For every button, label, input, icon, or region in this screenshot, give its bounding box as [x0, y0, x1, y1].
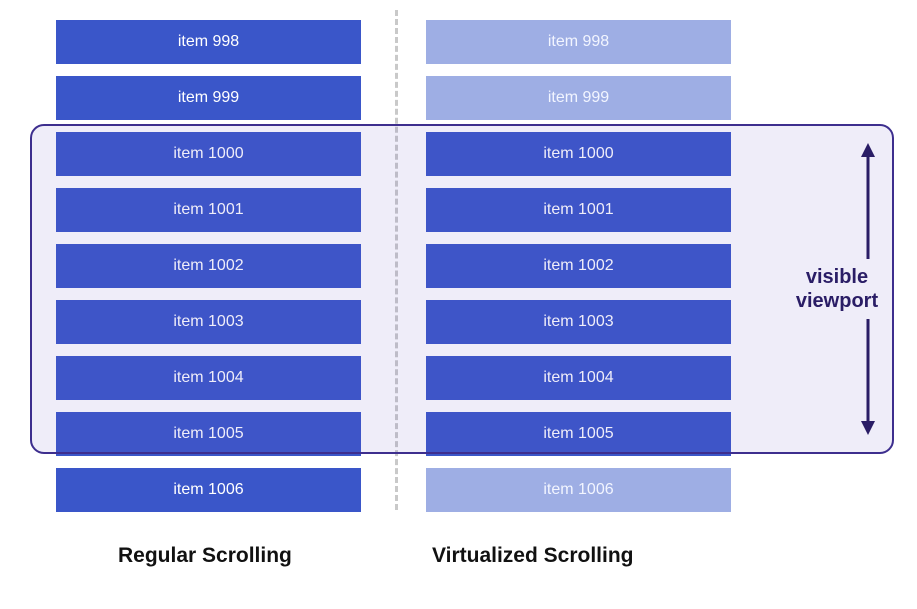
list-item: item 1005 — [56, 412, 361, 456]
list-item: item 1000 — [56, 132, 361, 176]
list-item: item 1006 — [426, 468, 731, 512]
virtualized-scrolling-column: item 998 item 999 item 1000 item 1001 it… — [426, 20, 731, 512]
list-item: item 1001 — [426, 188, 731, 232]
viewport-label-text: visible viewport — [782, 265, 892, 313]
list-item: item 1001 — [56, 188, 361, 232]
list-item: item 1002 — [56, 244, 361, 288]
viewport-label-line1: visible — [782, 265, 892, 289]
column-divider — [395, 10, 398, 510]
list-item: item 1006 — [56, 468, 361, 512]
list-item: item 999 — [426, 76, 731, 120]
list-item: item 1003 — [56, 300, 361, 344]
virtualized-scrolling-label: Virtualized Scrolling — [432, 544, 634, 568]
list-item: item 1003 — [426, 300, 731, 344]
list-item: item 1002 — [426, 244, 731, 288]
viewport-label-line2: viewport — [782, 289, 892, 313]
list-item: item 998 — [56, 20, 361, 64]
regular-scrolling-label: Regular Scrolling — [118, 544, 292, 568]
regular-scrolling-column: item 998 item 999 item 1000 item 1001 it… — [56, 20, 361, 512]
list-item: item 1000 — [426, 132, 731, 176]
list-item: item 999 — [56, 76, 361, 120]
list-item: item 998 — [426, 20, 731, 64]
list-item: item 1004 — [426, 356, 731, 400]
list-item: item 1005 — [426, 412, 731, 456]
diagram-container: item 998 item 999 item 1000 item 1001 it… — [0, 0, 917, 609]
list-item: item 1004 — [56, 356, 361, 400]
